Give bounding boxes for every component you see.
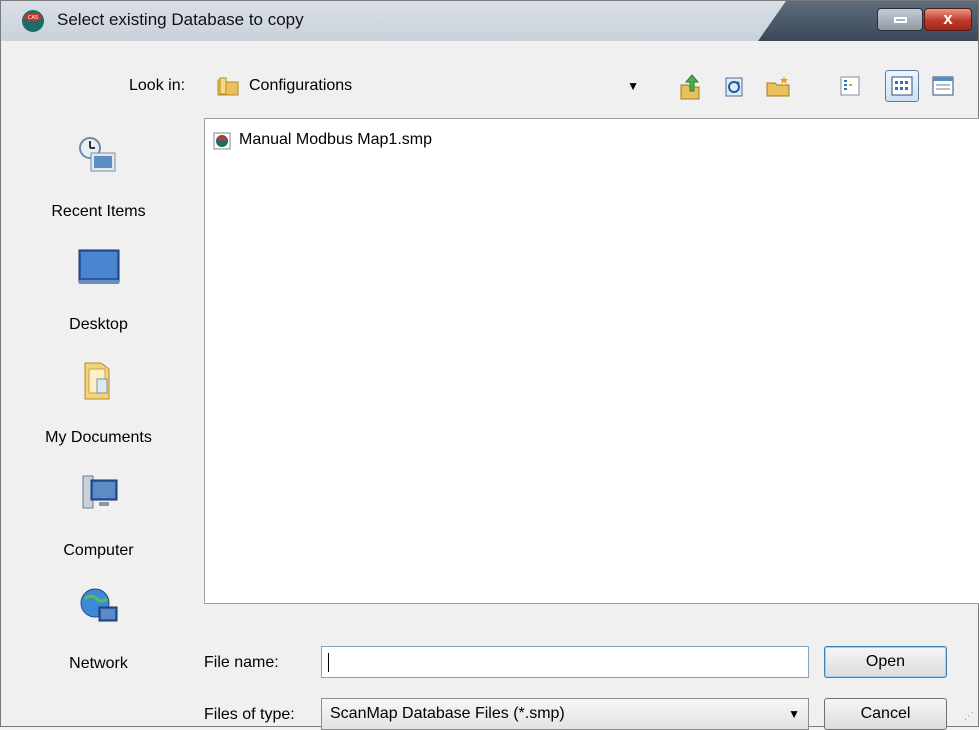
chevron-down-icon: ▼ (627, 79, 639, 93)
desktop-icon (78, 249, 120, 284)
chevron-down-icon: ▼ (788, 707, 800, 721)
network-icon (80, 588, 118, 622)
file-open-dialog: CAS Select existing Database to copy x L… (0, 0, 979, 730)
place-label: My Documents (45, 429, 152, 446)
view-menu-button[interactable] (885, 70, 919, 102)
place-label: Computer (63, 542, 134, 559)
view-menu-icon (891, 76, 913, 96)
folder-icon (217, 77, 239, 96)
file-name-input[interactable] (321, 646, 809, 678)
smp-file-icon (213, 132, 231, 150)
place-computer[interactable]: Computer (1, 472, 196, 572)
place-label: Desktop (69, 316, 128, 333)
up-one-level-icon[interactable] (677, 71, 703, 101)
title-bar[interactable]: CAS Select existing Database to copy x (1, 1, 978, 41)
file-type-value: ScanMap Database Files (*.smp) (330, 705, 565, 722)
file-name: Manual Modbus Map1.smp (239, 131, 432, 148)
text-caret (328, 653, 329, 672)
places-bar: Recent Items Desktop My Documents Comput… (1, 115, 196, 675)
open-button[interactable]: Open (824, 646, 947, 678)
place-label: Network (69, 655, 128, 672)
recent-items-icon (79, 137, 116, 172)
close-button[interactable]: x (924, 8, 972, 31)
view-list-icon[interactable] (837, 71, 863, 101)
file-name-label: File name: (204, 654, 279, 671)
place-desktop[interactable]: Desktop (1, 246, 196, 346)
my-documents-icon (84, 362, 110, 400)
maximize-button[interactable] (877, 8, 923, 31)
cancel-button[interactable]: Cancel (824, 698, 947, 730)
file-type-label: Files of type: (204, 706, 295, 723)
window-title: Select existing Database to copy (57, 10, 304, 29)
svg-text:CAS: CAS (28, 15, 38, 21)
place-label: Recent Items (51, 203, 146, 220)
look-in-dropdown[interactable]: Configurations ▼ (206, 69, 649, 103)
look-in-label: Look in: (129, 77, 186, 94)
refresh-icon[interactable] (721, 71, 747, 101)
new-folder-icon[interactable] (765, 71, 791, 101)
resize-grip-icon[interactable]: ⋰ (964, 711, 974, 722)
app-logo-icon: CAS (22, 10, 44, 32)
file-type-dropdown[interactable]: ScanMap Database Files (*.smp) ▼ (321, 698, 809, 730)
details-icon[interactable] (930, 71, 956, 101)
file-list[interactable]: Manual Modbus Map1.smp (204, 118, 979, 604)
place-my-documents[interactable]: My Documents (1, 359, 196, 459)
place-network[interactable]: Network (1, 585, 196, 685)
maximize-icon (894, 17, 907, 23)
computer-icon (82, 475, 118, 509)
look-in-value: Configurations (249, 77, 353, 94)
place-recent-items[interactable]: Recent Items (1, 133, 196, 233)
